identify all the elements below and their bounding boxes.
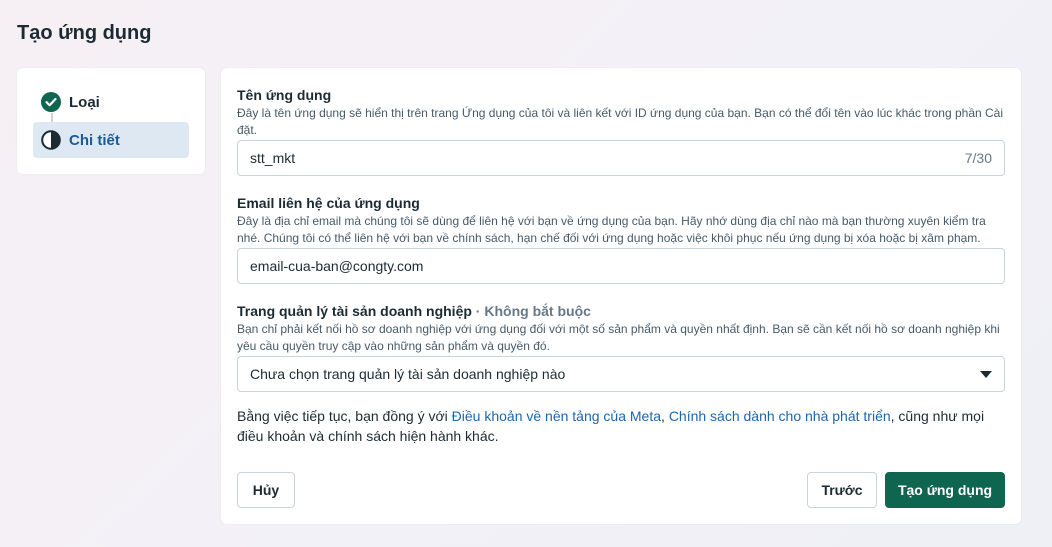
character-counter: 7/30 (964, 150, 992, 166)
cancel-button[interactable]: Hủy (237, 472, 295, 508)
app-name-input[interactable]: stt_mkt 7/30 (237, 140, 1005, 176)
step-type[interactable]: Loại (33, 84, 189, 120)
check-circle-icon (41, 92, 61, 112)
platform-terms-link[interactable]: Điều khoản về nền tảng của Meta (452, 408, 661, 424)
step-details[interactable]: Chi tiết (33, 122, 189, 158)
create-app-button[interactable]: Tạo ứng dụng (885, 472, 1005, 508)
caret-down-icon (980, 370, 992, 378)
contact-email-input[interactable]: email-cua-ban@congty.com (237, 248, 1005, 284)
developer-policy-link[interactable]: Chính sách dành cho nhà phát triển (669, 408, 891, 424)
half-circle-icon (41, 130, 61, 150)
contact-email-field: Email liên hệ của ứng dụng Đây là địa ch… (237, 194, 1005, 284)
business-portfolio-selected: Chưa chọn trang quản lý tài sản doanh ng… (250, 366, 566, 382)
step-navigator: Loại Chi tiết (17, 68, 205, 174)
business-portfolio-description: Bạn chỉ phải kết nối hồ sơ doanh nghiệp … (237, 322, 1000, 353)
app-details-form: Tên ứng dụng Đây là tên ứng dụng sẽ hiển… (221, 68, 1021, 524)
business-portfolio-field: Trang quản lý tài sản doanh nghiệp · Khô… (237, 302, 1005, 392)
contact-email-description: Đây là địa chỉ email mà chúng tôi sẽ dùn… (237, 214, 986, 245)
app-name-description: Đây là tên ứng dụng sẽ hiển thị trên tra… (237, 106, 1004, 137)
app-name-value: stt_mkt (250, 150, 296, 166)
step-label: Loại (69, 93, 100, 111)
business-portfolio-select[interactable]: Chưa chọn trang quản lý tài sản doanh ng… (237, 356, 1005, 392)
previous-button[interactable]: Trước (807, 472, 877, 508)
contact-email-value: email-cua-ban@congty.com (250, 258, 424, 274)
optional-tag: · Không bắt buộc (471, 303, 591, 319)
step-label: Chi tiết (69, 131, 120, 149)
business-portfolio-label: Trang quản lý tài sản doanh nghiệp · Khô… (237, 303, 591, 319)
contact-email-label: Email liên hệ của ứng dụng (237, 195, 420, 211)
app-name-label: Tên ứng dụng (237, 87, 332, 103)
app-name-field: Tên ứng dụng Đây là tên ứng dụng sẽ hiển… (237, 86, 1005, 176)
page-title: Tạo ứng dụng (17, 22, 152, 44)
terms-notice: Bằng việc tiếp tục, bạn đồng ý với Điều … (237, 408, 985, 444)
